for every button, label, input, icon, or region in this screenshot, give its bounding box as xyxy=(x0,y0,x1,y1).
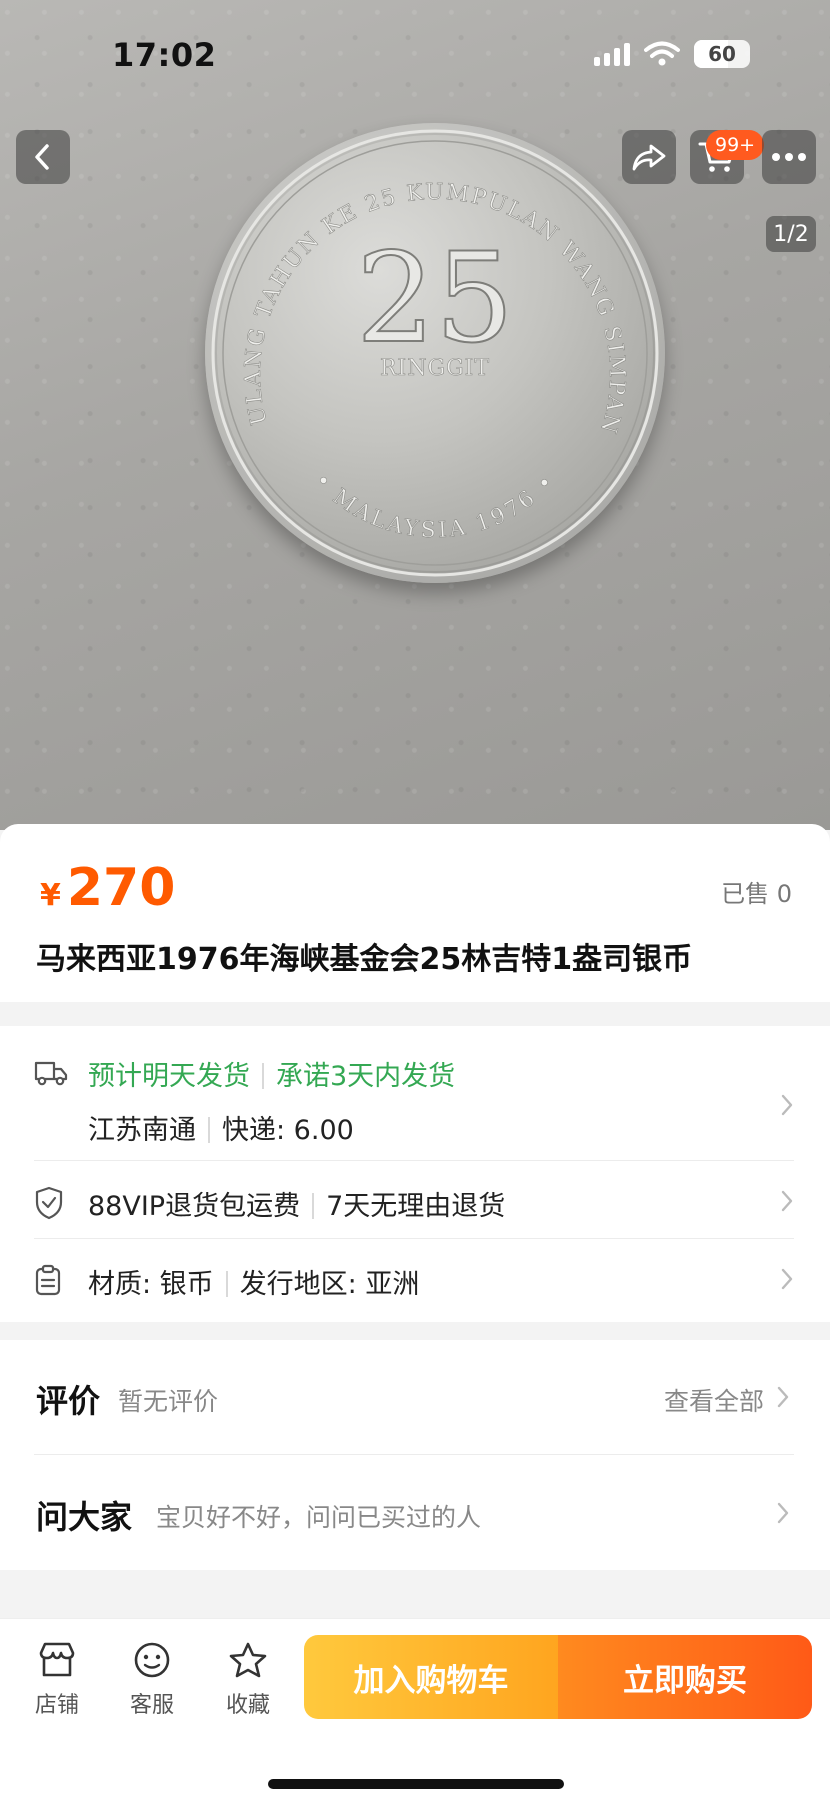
chevron-right-icon xyxy=(777,1386,789,1408)
store-label: 店铺 xyxy=(34,1693,79,1718)
price: ¥ 270 xyxy=(40,858,175,918)
shipping-estimate: 预计明天发货 承诺3天内发货 xyxy=(88,1054,455,1093)
ask-title: 问大家 xyxy=(36,1498,133,1536)
home-indicator xyxy=(268,1779,564,1789)
share-button[interactable] xyxy=(622,130,676,184)
price-card: ¥ 270 已售 0 马来西亚1976年海峡基金会25林吉特1盎司银币 xyxy=(0,824,830,1002)
product-image-gallery[interactable]: ULANG TAHUN KE 25 KUMPULAN WANG SIMPANAN… xyxy=(0,0,830,830)
reviews-card: 评价 暂无评价 查看全部 问大家 宝贝好不好，问问已买过的人 xyxy=(0,1340,830,1570)
customer-service-icon xyxy=(134,1642,170,1678)
shipping-origin-text: 江苏南通 xyxy=(88,1115,196,1146)
divider xyxy=(34,1238,794,1239)
chevron-right-icon xyxy=(781,1190,793,1212)
image-pager: 1/2 xyxy=(766,216,816,252)
clipboard-icon xyxy=(35,1264,61,1296)
favorite-label: 收藏 xyxy=(225,1693,270,1718)
star-icon xyxy=(229,1642,267,1678)
product-title: 马来西亚1976年海峡基金会25林吉特1盎司银币 xyxy=(36,942,693,977)
more-dots-icon xyxy=(772,153,806,161)
coin-unit: RINGGIT xyxy=(380,356,490,381)
shipping-row[interactable]: 预计明天发货 承诺3天内发货 江苏南通 快递: 6.00 xyxy=(34,1054,794,1146)
favorite-tab[interactable]: 收藏 xyxy=(218,1641,278,1719)
truck-icon xyxy=(34,1061,68,1086)
region-text: 发行地区: 亚洲 xyxy=(239,1269,420,1300)
cart-count-badge: 99+ xyxy=(706,130,765,160)
divider xyxy=(34,1160,794,1161)
chevron-left-icon xyxy=(35,144,49,170)
params-text: 材质: 银币 发行地区: 亚洲 xyxy=(88,1262,419,1301)
buy-now-button[interactable]: 立即购买 xyxy=(558,1635,812,1719)
info-card: 预计明天发货 承诺3天内发货 江苏南通 快递: 6.00 88VIP退货包运费 7天无… xyxy=(0,1026,830,1322)
price-value: 270 xyxy=(66,858,176,918)
shipping-origin: 江苏南通 快递: 6.00 xyxy=(88,1108,354,1147)
add-to-cart-button[interactable]: 加入购物车 xyxy=(304,1635,558,1719)
ask-prompt: 宝贝好不好，问问已买过的人 xyxy=(156,1503,482,1532)
shield-check-icon xyxy=(35,1186,63,1220)
more-button[interactable] xyxy=(762,130,816,184)
coin-photo: ULANG TAHUN KE 25 KUMPULAN WANG SIMPANAN… xyxy=(205,123,665,583)
divider xyxy=(34,1454,794,1455)
params-row[interactable]: 材质: 银币 发行地区: 亚洲 xyxy=(34,1262,794,1306)
material-text: 材质: 银币 xyxy=(88,1269,214,1300)
battery-percent: 60 xyxy=(708,42,736,66)
battery-icon: 60 xyxy=(694,40,750,68)
store-tab[interactable]: 店铺 xyxy=(27,1641,87,1719)
wifi-icon xyxy=(644,41,680,66)
status-bar: 17:02 60 xyxy=(0,30,830,80)
service-label: 客服 xyxy=(129,1693,174,1718)
shipping-promise-text: 承诺3天内发货 xyxy=(276,1061,456,1092)
vip-return-text: 88VIP退货包运费 xyxy=(88,1191,301,1222)
coin-legend-bottom: • MALAYSIA 1976 • xyxy=(309,468,559,544)
seven-day-return-text: 7天无理由退货 xyxy=(326,1191,506,1222)
cellular-signal-icon xyxy=(594,42,630,66)
express-fee-text: 快递: 6.00 xyxy=(222,1115,354,1146)
currency-symbol: ¥ xyxy=(40,878,61,913)
guarantee-text: 88VIP退货包运费 7天无理由退货 xyxy=(88,1184,505,1223)
back-button[interactable] xyxy=(16,130,70,184)
reviews-status: 暂无评价 xyxy=(118,1387,219,1416)
guarantee-row[interactable]: 88VIP退货包运费 7天无理由退货 xyxy=(34,1184,794,1228)
service-tab[interactable]: 客服 xyxy=(122,1641,182,1719)
coin-face: ULANG TAHUN KE 25 KUMPULAN WANG SIMPANAN… xyxy=(205,123,659,577)
bottom-action-bar: 店铺 客服 收藏 加入购物车 立即购买 xyxy=(0,1618,830,1800)
view-all-reviews-link[interactable]: 查看全部 xyxy=(664,1382,764,1418)
coin-denomination: 25 xyxy=(356,227,514,371)
store-icon xyxy=(39,1642,75,1677)
share-icon xyxy=(632,144,666,171)
chevron-right-icon xyxy=(781,1268,793,1290)
shipping-estimate-text: 预计明天发货 xyxy=(88,1061,250,1092)
svg-text:• MALAYSIA 1976 •: • MALAYSIA 1976 • xyxy=(309,468,561,543)
status-time: 17:02 xyxy=(112,36,217,74)
sold-count: 已售 0 xyxy=(721,880,792,908)
reviews-title: 评价 xyxy=(36,1382,101,1420)
chevron-right-icon xyxy=(777,1502,789,1524)
chevron-right-icon xyxy=(781,1094,793,1116)
